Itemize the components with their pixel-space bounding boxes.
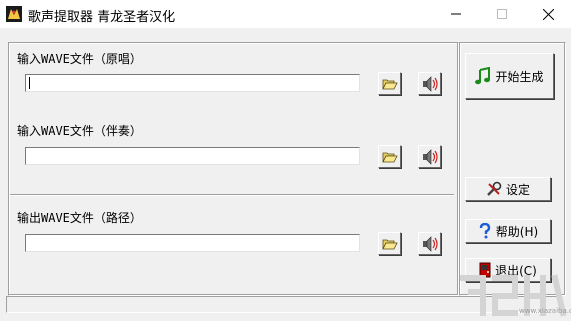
title-bar: 歌声提取器 青龙圣者汉化 [0, 0, 571, 28]
watermark-text: www.xiazaiba.com [519, 307, 571, 315]
maximize-icon [497, 9, 507, 19]
help-button[interactable]: 帮助(H) [465, 219, 551, 243]
start-button-label: 开始生成 [495, 69, 544, 84]
output-path-label: 输出WAVE文件（路径） [17, 211, 142, 225]
input-accompaniment-field[interactable] [25, 147, 360, 165]
input-accompaniment-textbox[interactable] [26, 148, 359, 164]
input-accompaniment-label: 输入WAVE文件（伴奏） [17, 124, 142, 138]
help-button-label: 帮助(H) [495, 224, 539, 239]
play-original-button[interactable] [418, 72, 441, 95]
minimize-icon [451, 13, 461, 15]
browse-accompaniment-button[interactable] [378, 145, 401, 168]
maximize-button[interactable] [479, 0, 525, 28]
play-accompaniment-button[interactable] [418, 145, 441, 168]
browse-output-button[interactable] [378, 232, 401, 255]
text-caret [29, 77, 30, 89]
play-output-button[interactable] [418, 232, 441, 255]
settings-button-label: 设定 [505, 182, 530, 197]
input-original-field[interactable] [25, 74, 360, 92]
music-note-icon [475, 67, 491, 85]
minimize-button[interactable] [433, 0, 479, 28]
tools-icon [487, 181, 502, 196]
close-button[interactable] [525, 0, 571, 28]
input-original-label: 输入WAVE文件（原唱） [17, 52, 142, 66]
window-title: 歌声提取器 青龙圣者汉化 [28, 10, 176, 25]
output-path-field[interactable] [25, 234, 360, 252]
divider [10, 194, 454, 196]
close-icon [542, 8, 554, 20]
main-panel: 输入WAVE文件（原唱） 输入WAVE文件（伴奏） 输出WAVE文件（路径） 开… [0, 28, 571, 321]
app-icon [6, 6, 22, 22]
folder-open-icon [381, 152, 398, 162]
folder-open-icon [381, 239, 398, 249]
output-path-textbox[interactable] [26, 235, 359, 251]
speaker-icon [422, 235, 438, 252]
browse-original-button[interactable] [378, 72, 401, 95]
input-original-textbox[interactable] [26, 75, 359, 91]
folder-open-icon [381, 79, 398, 89]
start-button[interactable]: 开始生成 [465, 53, 554, 99]
settings-button[interactable]: 设定 [465, 177, 551, 201]
speaker-icon [422, 75, 438, 92]
question-mark-icon [479, 223, 490, 239]
speaker-icon [422, 148, 438, 165]
